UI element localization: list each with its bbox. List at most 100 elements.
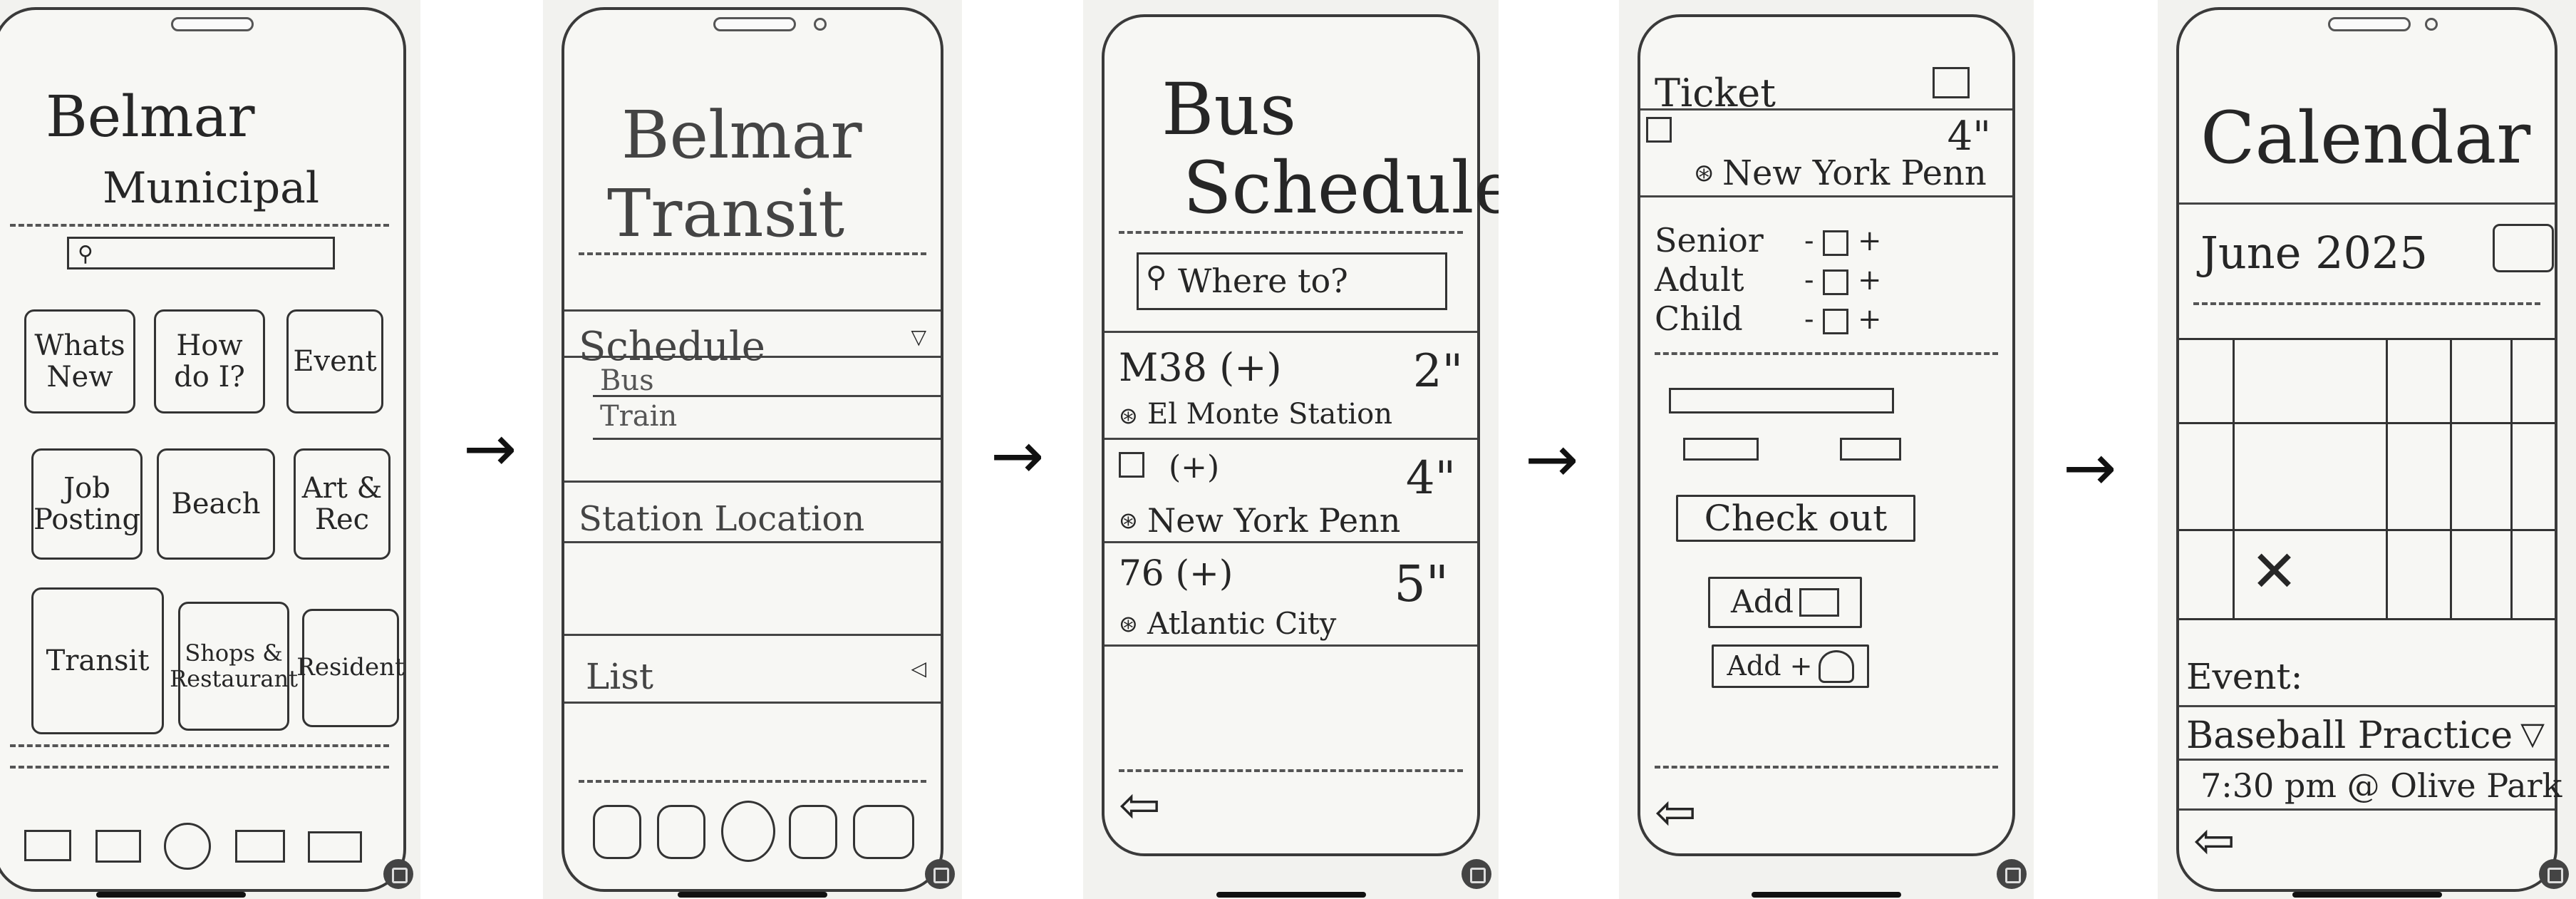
quantity-stepper[interactable]: - + — [1804, 305, 1881, 334]
card-number-field[interactable] — [1669, 388, 1894, 413]
flow-arrow-icon: → — [2063, 431, 2117, 505]
nav-tab-icon[interactable] — [721, 801, 775, 862]
divider — [2179, 808, 2555, 811]
month-label: June 2025 — [2200, 227, 2428, 279]
calendar-icon[interactable] — [2493, 224, 2554, 272]
route-number: M38 (+) — [1119, 345, 1282, 390]
divider — [2179, 759, 2555, 761]
passenger-label: Adult — [1655, 260, 1744, 299]
screen-calendar: Calendar June 2025 ✕ Event: Baseball Pra… — [2158, 0, 2576, 899]
flow-arrow-icon: → — [1525, 422, 1579, 497]
phone-frame: Bus Schedule ⚲ Where to? M38 (+) 2" ⊛ El… — [1102, 14, 1499, 856]
home-indicator — [678, 892, 827, 898]
speaker-notch — [713, 17, 796, 31]
calendar-icon[interactable] — [1933, 67, 1970, 98]
divider — [1105, 644, 1477, 647]
ticket-destination: New York Penn — [1722, 153, 1987, 193]
cvv-field[interactable] — [1840, 438, 1901, 461]
option-bus[interactable]: Bus — [600, 366, 654, 395]
profile-icon[interactable] — [308, 831, 362, 863]
checkout-button[interactable]: Check out — [1676, 495, 1915, 542]
scan-icon — [925, 859, 955, 889]
route-number: (+) — [1169, 449, 1220, 486]
tile-how-do-i[interactable]: How do I? — [154, 309, 265, 413]
home-indicator — [96, 892, 246, 898]
photo-icon[interactable] — [95, 830, 141, 863]
search-bar[interactable]: ⚲ — [67, 237, 335, 269]
divider — [1655, 766, 1998, 769]
news-icon[interactable] — [24, 830, 71, 861]
option-train[interactable]: Train — [600, 402, 677, 431]
group-icon[interactable] — [235, 830, 285, 863]
speaker-notch — [171, 17, 254, 31]
tile-job-posting[interactable]: Job Posting — [31, 448, 143, 560]
home-indicator — [1216, 892, 1366, 898]
nav-tab-icon[interactable] — [853, 805, 914, 859]
grid-column — [2233, 340, 2235, 618]
divider — [564, 356, 941, 358]
search-input[interactable]: ⚲ Where to? — [1137, 252, 1447, 310]
quantity-stepper[interactable]: - + — [1804, 266, 1881, 295]
divider — [10, 224, 389, 227]
screen-belmar-transit: Belmar Transit Schedule ▽ Bus Train Stat… — [543, 0, 962, 899]
destination-icon: ⊛ — [1119, 610, 1138, 637]
scan-icon — [1462, 859, 1491, 889]
add-person-button[interactable]: Add + — [1712, 644, 1869, 688]
add-to-calendar-button[interactable]: Add — [1708, 577, 1862, 628]
phone-frame: Calendar June 2025 ✕ Event: Baseball Pra… — [2176, 7, 2562, 892]
route-destination: El Monte Station — [1147, 398, 1393, 431]
calendar-icon — [1799, 588, 1840, 617]
divider — [593, 395, 941, 397]
schedule-label: Schedule — [579, 324, 765, 370]
route-row[interactable]: 76 (+) 5" ⊛ Atlantic City — [1105, 545, 1477, 644]
schedule-dropdown[interactable]: Schedule ▽ — [564, 313, 941, 370]
camera-dot — [2425, 18, 2438, 31]
event-dropdown[interactable]: Baseball Practice ▽ — [2179, 709, 2555, 759]
app-title: Belmar — [621, 97, 862, 173]
app-subtitle: Municipal — [103, 163, 320, 213]
route-row[interactable]: (+) 4" ⊛ New York Penn — [1105, 441, 1477, 541]
home-icon[interactable] — [164, 823, 211, 870]
scan-icon — [2539, 859, 2569, 889]
search-placeholder: Where to? — [1178, 262, 1348, 300]
expiry-field[interactable] — [1683, 438, 1759, 461]
bottom-nav — [593, 801, 914, 862]
divider — [1640, 195, 2012, 197]
tile-resident[interactable]: Resident — [296, 609, 405, 727]
tile-event[interactable]: Event — [286, 309, 383, 413]
nav-tab-icon[interactable] — [593, 805, 641, 859]
phone-frame: Ticket 4" ⊛ New York Penn Senior - + Adu… — [1638, 14, 2015, 856]
quantity-stepper[interactable]: - + — [1804, 227, 1881, 256]
app-title: Belmar — [46, 83, 255, 150]
home-indicator — [1752, 892, 1901, 898]
tile-transit[interactable]: Transit — [31, 587, 164, 734]
route-destination: New York Penn — [1147, 501, 1401, 540]
calendar-grid[interactable]: ✕ — [2179, 338, 2555, 620]
page-title: Calendar — [2200, 96, 2531, 180]
page-title: Bus — [1162, 68, 1297, 151]
bottom-nav — [24, 823, 389, 870]
flow-arrow-icon: → — [463, 411, 517, 486]
route-row[interactable]: M38 (+) 2" ⊛ El Monte Station — [1105, 334, 1477, 434]
page-subtitle: Schedule — [1183, 146, 1499, 230]
route-destination: Atlantic City — [1147, 606, 1337, 641]
station-location-label[interactable]: Station Location — [579, 502, 864, 536]
tile-whats-new[interactable]: Whats New — [24, 309, 135, 413]
back-icon[interactable]: ⇦ — [1119, 780, 1161, 830]
tile-shops-restaurant[interactable]: Shops & Restaurant — [170, 602, 298, 731]
tile-beach[interactable]: Beach — [157, 448, 275, 560]
tile-art-rec[interactable]: Art & Rec — [294, 448, 390, 560]
divider — [1105, 331, 1477, 333]
divider — [564, 541, 941, 543]
list-dropdown[interactable]: List ◁ — [564, 637, 941, 702]
nav-tab-icon[interactable] — [657, 805, 705, 859]
divider — [564, 702, 941, 704]
destination-icon: ⊛ — [1119, 507, 1138, 534]
back-icon[interactable]: ⇦ — [1655, 787, 1697, 837]
divider — [593, 438, 941, 440]
back-icon[interactable]: ⇦ — [2193, 816, 2235, 865]
selected-day-icon[interactable]: ✕ — [2250, 543, 2298, 600]
nav-tab-icon[interactable] — [789, 805, 837, 859]
grid-column — [2450, 340, 2452, 618]
route-time: 5" — [1394, 555, 1449, 613]
